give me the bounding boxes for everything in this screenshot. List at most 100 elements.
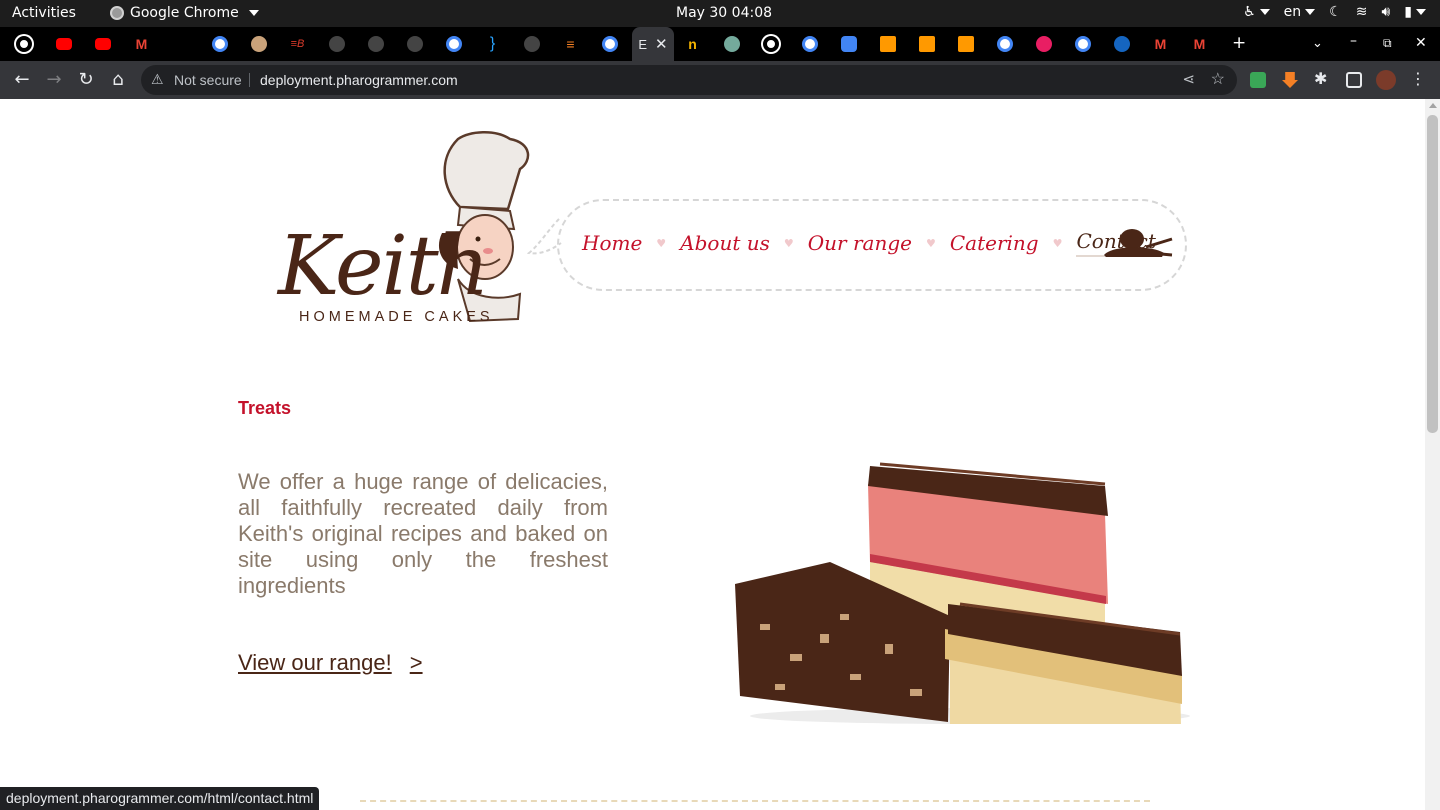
web-page: Keith HOMEMADE CAKES Home ♥ About us ♥ O… bbox=[0, 99, 1425, 810]
globe-icon bbox=[762, 36, 779, 52]
nav-catering[interactable]: Catering bbox=[950, 231, 1039, 255]
tab[interactable] bbox=[83, 27, 122, 61]
back-button[interactable]: ← bbox=[11, 69, 33, 90]
tab[interactable]: M bbox=[1141, 27, 1180, 61]
content-divider bbox=[360, 800, 1150, 810]
forward-button[interactable]: → bbox=[43, 69, 65, 90]
logo-wordmark: Keith bbox=[278, 219, 490, 314]
share-icon[interactable]: ⋖ bbox=[1182, 70, 1195, 88]
gcloud-icon bbox=[840, 36, 857, 52]
tab[interactable]: n bbox=[673, 27, 712, 61]
heart-divider-icon: ♥ bbox=[656, 236, 667, 250]
section-title: Treats bbox=[238, 398, 292, 418]
google-icon bbox=[801, 36, 818, 52]
heart-divider-icon: ♥ bbox=[925, 236, 936, 250]
home-button[interactable]: ⌂ bbox=[107, 69, 129, 90]
language-label: en bbox=[1283, 4, 1302, 20]
gmail-icon: M bbox=[1154, 36, 1167, 52]
tab[interactable] bbox=[356, 27, 395, 61]
tab[interactable] bbox=[790, 27, 829, 61]
heart-divider-icon: ♥ bbox=[1052, 236, 1063, 250]
heart-divider-icon: ♥ bbox=[783, 236, 794, 250]
aws-icon bbox=[918, 36, 935, 52]
maximize-button[interactable]: ⧉ bbox=[1383, 36, 1392, 51]
tab[interactable]: } bbox=[473, 27, 512, 61]
tab[interactable]: M bbox=[122, 27, 161, 61]
security-label[interactable]: Not secure bbox=[174, 72, 242, 88]
youtube-icon bbox=[55, 38, 72, 50]
tab[interactable] bbox=[512, 27, 551, 61]
tab-search-icon[interactable]: ⌄ bbox=[1312, 36, 1323, 51]
tab[interactable]: ≡ bbox=[551, 27, 590, 61]
logo-tagline: HOMEMADE CAKES bbox=[299, 309, 494, 325]
tab[interactable] bbox=[985, 27, 1024, 61]
url-text[interactable]: deployment.pharogrammer.com bbox=[260, 72, 458, 88]
google-icon bbox=[601, 36, 618, 52]
extension-icon[interactable] bbox=[1250, 72, 1266, 88]
nav-about-us[interactable]: About us bbox=[680, 231, 770, 255]
activities-button[interactable]: Activities bbox=[12, 5, 76, 21]
main-nav: Home ♥ About us ♥ Our range ♥ Catering ♥… bbox=[582, 229, 1156, 257]
nav-our-range[interactable]: Our range bbox=[808, 231, 912, 255]
app-menu[interactable]: Google Chrome bbox=[110, 5, 259, 21]
chrome-menu-icon[interactable]: ⋮ bbox=[1407, 69, 1429, 88]
tab[interactable] bbox=[239, 27, 278, 61]
tab[interactable] bbox=[1024, 27, 1063, 61]
tab[interactable] bbox=[200, 27, 239, 61]
tab[interactable] bbox=[317, 27, 356, 61]
section-blurb: We offer a huge range of delicacies, all… bbox=[238, 469, 608, 598]
extensions-puzzle-icon[interactable]: ✱ bbox=[1314, 69, 1330, 88]
site-logo[interactable]: Keith HOMEMADE CAKES bbox=[270, 129, 540, 329]
tab[interactable]: ≡B bbox=[278, 27, 317, 61]
download-extension-icon[interactable] bbox=[1282, 72, 1298, 88]
reload-button[interactable]: ↻ bbox=[75, 69, 97, 90]
cakes-photo bbox=[735, 462, 1190, 724]
battery-icon: ▮ bbox=[1404, 4, 1426, 20]
tab[interactable] bbox=[4, 27, 43, 61]
youtube-icon bbox=[94, 38, 111, 50]
side-panel-icon[interactable] bbox=[1346, 72, 1362, 88]
warning-icon[interactable]: ⚠ bbox=[151, 71, 164, 88]
tab[interactable] bbox=[1102, 27, 1141, 61]
system-tray[interactable]: ♿ en ☾ ≋ 🔊︎ ▮ bbox=[1243, 4, 1426, 20]
tab[interactable] bbox=[161, 27, 200, 61]
scroll-up-icon[interactable] bbox=[1429, 103, 1437, 108]
language-selector[interactable]: en bbox=[1284, 4, 1316, 20]
tab[interactable] bbox=[712, 27, 751, 61]
tab[interactable] bbox=[434, 27, 473, 61]
bookmark-star-icon[interactable]: ☆ bbox=[1211, 69, 1225, 89]
tab[interactable] bbox=[907, 27, 946, 61]
tab[interactable] bbox=[44, 27, 83, 61]
new-tab-button[interactable]: + bbox=[1232, 33, 1246, 53]
active-tab-title: E bbox=[638, 36, 648, 52]
github-icon bbox=[367, 36, 384, 52]
tab[interactable]: M bbox=[1180, 27, 1219, 61]
tab[interactable] bbox=[590, 27, 629, 61]
page-scrollbar[interactable] bbox=[1425, 99, 1440, 810]
clock[interactable]: May 30 04:08 bbox=[676, 5, 772, 21]
tab[interactable] bbox=[395, 27, 434, 61]
profile-avatar[interactable] bbox=[1376, 70, 1396, 90]
gmail-icon: M bbox=[135, 36, 148, 52]
address-bar[interactable]: ⚠ Not secure deployment.pharogrammer.com… bbox=[141, 65, 1237, 95]
github-icon bbox=[328, 36, 345, 52]
globe-icon bbox=[15, 36, 32, 52]
tab[interactable] bbox=[946, 27, 985, 61]
accessibility-icon[interactable]: ♿ bbox=[1243, 4, 1270, 20]
view-range-link[interactable]: View our range! > bbox=[238, 650, 423, 676]
close-tab-icon[interactable]: ✕ bbox=[655, 35, 668, 53]
minimize-button[interactable]: – bbox=[1350, 33, 1357, 49]
tab[interactable] bbox=[868, 27, 907, 61]
tab[interactable] bbox=[1063, 27, 1102, 61]
nav-home[interactable]: Home bbox=[582, 231, 642, 255]
tab-active[interactable]: E ✕ bbox=[632, 27, 674, 61]
close-window-button[interactable]: ✕ bbox=[1415, 35, 1427, 51]
aws-icon bbox=[957, 36, 974, 52]
link-status-bubble: deployment.pharogrammer.com/html/contact… bbox=[0, 787, 320, 810]
flame-icon bbox=[1113, 36, 1130, 52]
divider bbox=[249, 73, 250, 87]
stackoverflow-icon: ≡ bbox=[566, 36, 575, 52]
scroll-thumb[interactable] bbox=[1427, 115, 1438, 433]
tab[interactable] bbox=[829, 27, 868, 61]
tab[interactable] bbox=[751, 27, 790, 61]
